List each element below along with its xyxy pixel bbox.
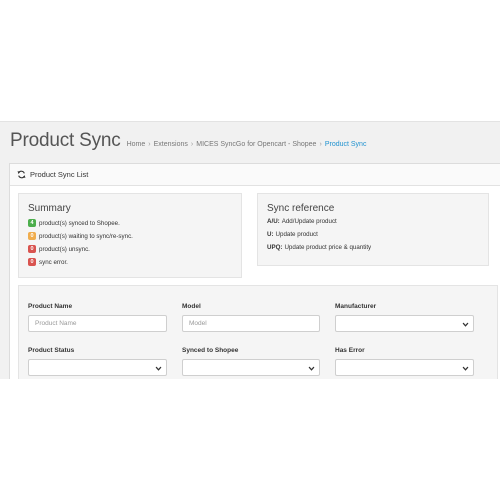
unsync-count-badge: 0	[28, 245, 36, 253]
refresh-icon	[17, 170, 26, 179]
summary-item-waiting: 0 product(s) waiting to sync/re-sync.	[28, 231, 133, 241]
summary-item-label: sync error.	[39, 258, 68, 266]
breadcrumb-separator: ›	[190, 141, 194, 148]
synced-count-badge: 4	[28, 219, 36, 227]
filter-box: Product Name Model Manufacturer Product …	[18, 285, 498, 379]
panel-title: Product Sync List	[30, 170, 89, 179]
synced-to-shopee-label: Synced to Shopee	[182, 347, 239, 354]
chevron-down-icon	[155, 365, 162, 372]
breadcrumb-separator: ›	[319, 141, 322, 148]
sync-reference-title: Sync reference	[267, 203, 335, 214]
breadcrumb-extension-name[interactable]: MICES SyncGo for Opencart - Shopee	[196, 141, 316, 148]
error-count-badge: 0	[28, 258, 36, 266]
product-name-input[interactable]	[28, 315, 167, 332]
sync-reference-item: A/U: Add/Update product	[267, 218, 337, 225]
manufacturer-label: Manufacturer	[335, 303, 377, 310]
page-header: Product Sync Home › Extensions › MICES S…	[10, 130, 366, 156]
breadcrumb-home[interactable]: Home	[127, 141, 146, 148]
product-name-label: Product Name	[28, 303, 73, 310]
reference-code: A/U:	[267, 218, 280, 225]
model-label: Model	[182, 303, 201, 310]
manufacturer-select[interactable]	[335, 315, 474, 332]
sync-reference-item: UPQ: Update product price & quantity	[267, 244, 371, 251]
chevron-down-icon	[462, 365, 469, 372]
page-title: Product Sync	[10, 130, 121, 151]
chevron-down-icon	[308, 365, 315, 372]
breadcrumb-extensions[interactable]: Extensions	[154, 141, 188, 148]
product-status-label: Product Status	[28, 347, 75, 354]
reference-code: UPQ:	[267, 244, 283, 251]
reference-text: Update product	[275, 231, 318, 238]
chevron-down-icon	[462, 321, 469, 328]
summary-item-unsync: 0 product(s) unsync.	[28, 244, 90, 254]
summary-box: Summary 4 product(s) synced to Shopee. 0…	[18, 193, 242, 278]
app-content: Product Sync Home › Extensions › MICES S…	[0, 121, 500, 379]
breadcrumb: Home › Extensions › MICES SyncGo for Ope…	[127, 141, 367, 148]
product-sync-panel: Product Sync List Summary 4 product(s) s…	[9, 163, 500, 379]
reference-text: Update product price & quantity	[284, 244, 372, 251]
reference-code: U:	[267, 231, 274, 238]
sync-reference-box: Sync reference A/U: Add/Update product U:…	[257, 193, 489, 266]
waiting-count-badge: 0	[28, 232, 36, 240]
summary-item-label: product(s) waiting to sync/re-sync.	[39, 232, 133, 240]
model-input[interactable]	[182, 315, 320, 332]
reference-text: Add/Update product	[281, 218, 337, 225]
synced-to-shopee-select[interactable]	[182, 359, 320, 376]
has-error-label: Has Error	[335, 347, 365, 354]
summary-item-error: 0 sync error.	[28, 257, 68, 267]
breadcrumb-product-sync[interactable]: Product Sync	[325, 141, 367, 148]
summary-item-label: product(s) unsync.	[39, 245, 90, 253]
summary-title: Summary	[28, 203, 71, 214]
panel-heading: Product Sync List	[10, 164, 500, 186]
sync-reference-item: U: Update product	[267, 231, 318, 238]
product-status-select[interactable]	[28, 359, 167, 376]
summary-item-synced: 4 product(s) synced to Shopee.	[28, 218, 120, 228]
breadcrumb-separator: ›	[148, 141, 151, 148]
summary-item-label: product(s) synced to Shopee.	[39, 219, 120, 227]
has-error-select[interactable]	[335, 359, 474, 376]
